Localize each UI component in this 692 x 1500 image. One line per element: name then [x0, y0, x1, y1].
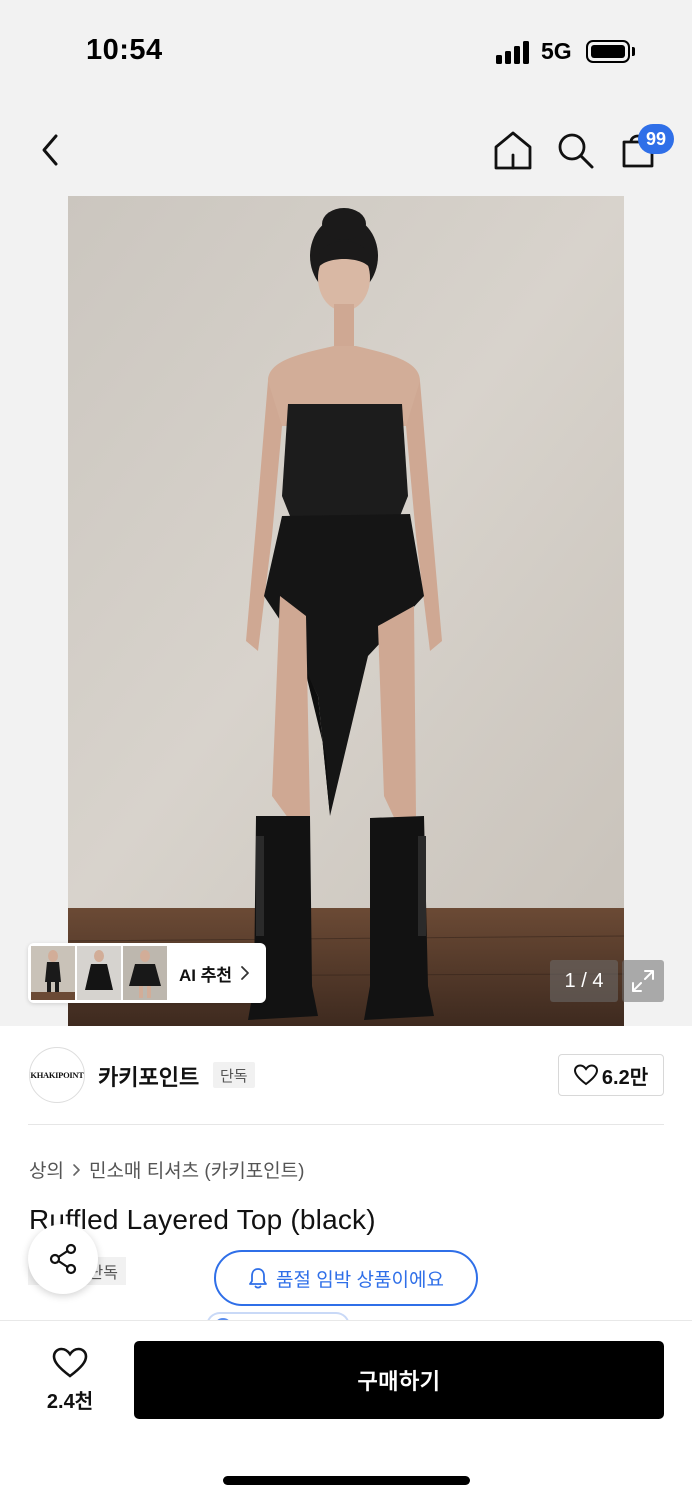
product-photo[interactable]	[68, 196, 624, 1026]
product-gallery[interactable]	[0, 196, 692, 1026]
ai-thumb-3[interactable]	[123, 946, 167, 1000]
brand-exclusive-tag: 단독	[213, 1062, 255, 1088]
buy-button[interactable]: 구매하기	[134, 1341, 664, 1419]
status-time: 10:54	[86, 34, 163, 66]
brand-like-button[interactable]: 6.2만	[558, 1054, 664, 1096]
cart-count-badge: 99	[638, 124, 674, 154]
bell-icon	[249, 1268, 267, 1289]
breadcrumb-item[interactable]: 민소매 티셔츠 (카키포인트)	[89, 1156, 305, 1183]
like-button[interactable]: 2.4천	[30, 1344, 110, 1416]
heart-icon	[573, 1064, 598, 1086]
top-nav	[0, 100, 692, 196]
breadcrumb-item[interactable]: 상의	[29, 1156, 64, 1183]
chevron-right-icon	[73, 1163, 80, 1176]
image-counter: 1 / 4	[550, 960, 618, 1002]
brand-logo[interactable]: KHAKIPOINT	[29, 1047, 85, 1103]
ai-recommend-label: AI 추천	[179, 965, 233, 985]
ai-thumb-2[interactable]	[77, 946, 121, 1000]
stock-notice-text: 품절 임박 상품이에요	[276, 1269, 444, 1291]
expand-icon	[632, 970, 654, 992]
ai-thumb-1[interactable]	[31, 946, 75, 1000]
chevron-left-icon[interactable]	[36, 130, 64, 170]
expand-button[interactable]	[622, 960, 664, 1002]
chevron-right-icon	[241, 966, 249, 980]
share-button[interactable]	[28, 1224, 98, 1294]
ai-recommend-chip[interactable]: AI 추천	[28, 943, 266, 1003]
home-icon[interactable]	[491, 128, 535, 172]
brand-like-count: 6.2만	[601, 1066, 649, 1089]
network-label: 5G	[541, 38, 572, 64]
battery-cap	[632, 47, 635, 56]
search-icon[interactable]	[555, 130, 597, 172]
status-bar: 10:54 5G	[0, 0, 692, 100]
share-icon	[49, 1243, 77, 1275]
heart-icon	[52, 1347, 88, 1378]
like-count: 2.4천	[46, 1390, 94, 1413]
breadcrumb: 상의 민소매 티셔츠 (카키포인트)	[29, 1156, 304, 1183]
stock-notice-pill[interactable]: 품절 임박 상품이에요	[214, 1250, 478, 1306]
brand-name[interactable]: 카키포인트	[98, 1060, 199, 1092]
signal-icon	[496, 40, 532, 64]
battery-icon	[586, 40, 630, 63]
divider	[28, 1124, 664, 1125]
home-indicator	[223, 1476, 470, 1485]
